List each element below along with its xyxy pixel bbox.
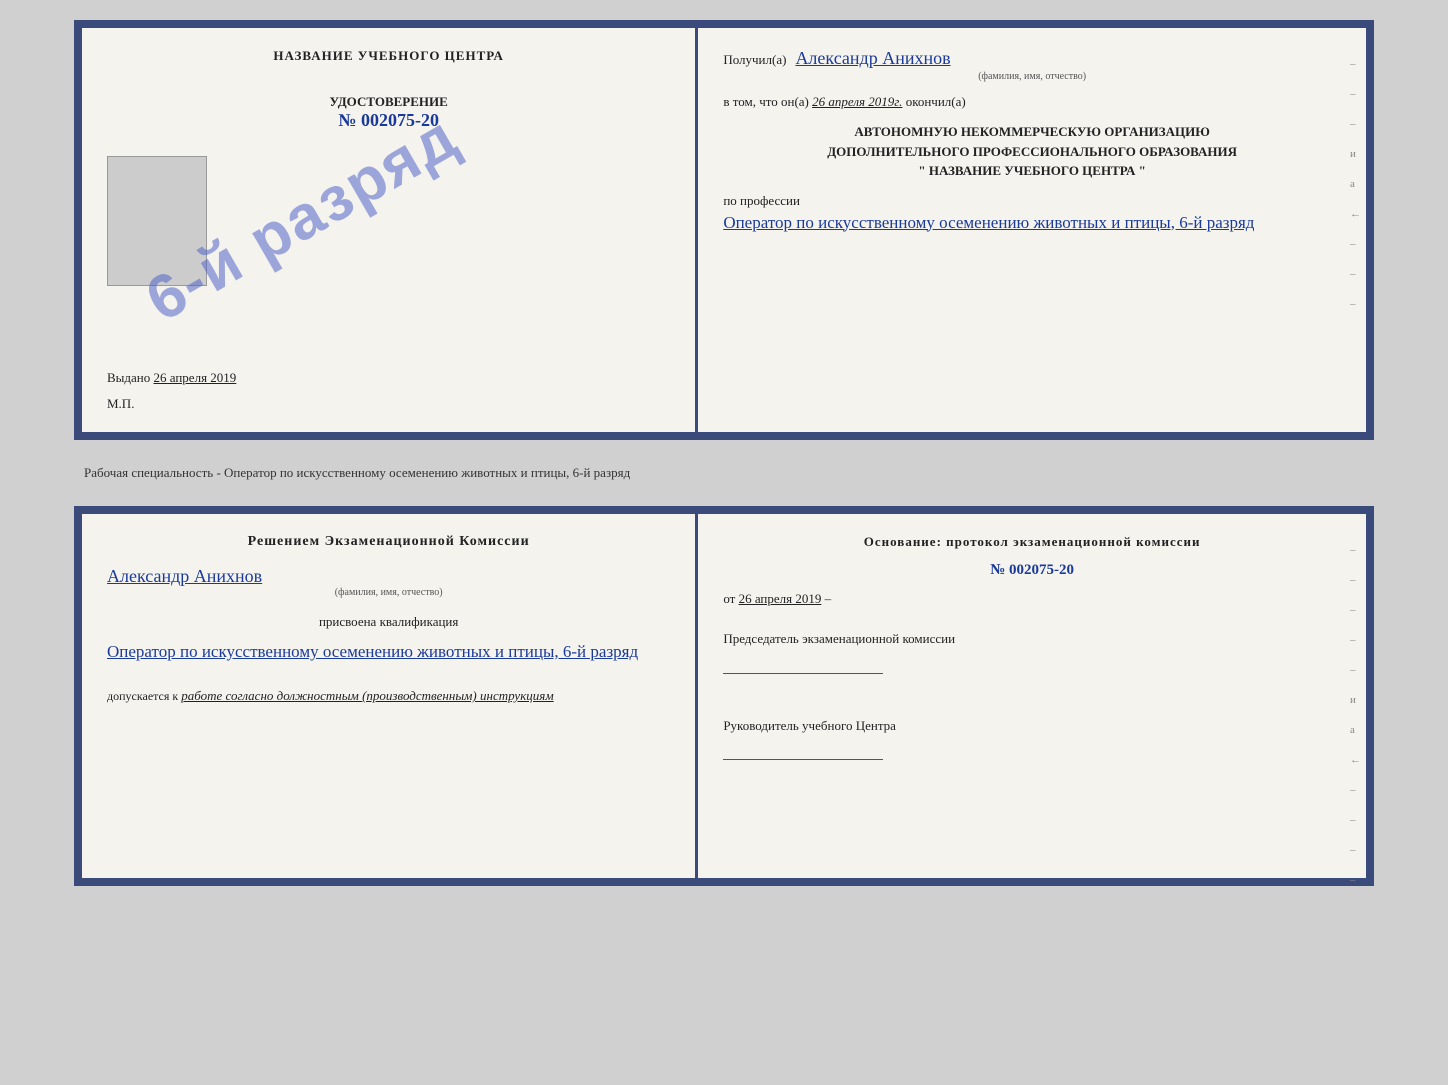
profession-label: по профессии: [723, 193, 1341, 209]
right-side-marks: – – – и а ← – – –: [1350, 58, 1361, 310]
basis-title: Основание: протокол экзаменационной коми…: [723, 534, 1341, 550]
top-diploma-card: НАЗВАНИЕ УЧЕБНОГО ЦЕНТРА УДОСТОВЕРЕНИЕ №…: [74, 20, 1374, 440]
dash-mark: –: [825, 591, 832, 606]
org-line3: " НАЗВАНИЕ УЧЕБНОГО ЦЕНТРА ": [723, 161, 1341, 181]
received-row: Получил(а) Александр Анихнов (фамилия, и…: [723, 48, 1341, 82]
diploma-center-title: НАЗВАНИЕ УЧЕБНОГО ЦЕНТРА: [107, 48, 670, 64]
bottom-person-row: Александр Анихнов (фамилия, имя, отчеств…: [107, 566, 670, 598]
bottom-right-panel: Основание: протокол экзаменационной коми…: [698, 514, 1366, 878]
chairman-label: Председатель экзаменационной комиссии: [723, 629, 1341, 649]
org-line1: АВТОНОМНУЮ НЕКОММЕРЧЕСКУЮ ОРГАНИЗАЦИЮ: [723, 122, 1341, 142]
bottom-person-subtitle: (фамилия, имя, отчество): [107, 587, 670, 598]
director-label: Руководитель учебного Центра: [723, 716, 1341, 736]
profession-value: Оператор по искусственному осеменению жи…: [723, 209, 1341, 236]
protocol-date-prefix: от: [723, 591, 735, 606]
admitted-value: работе согласно должностным (производств…: [181, 688, 553, 703]
protocol-date: от 26 апреля 2019 –: [723, 591, 1341, 607]
chairman-signature-line: [723, 654, 883, 674]
cert-number: № 002075-20: [107, 110, 670, 131]
cert-number-area: УДОСТОВЕРЕНИЕ № 002075-20: [107, 94, 670, 131]
bottom-cert-card: Решением экзаменационной комиссии Алекса…: [74, 506, 1374, 886]
issued-label: Выдано: [107, 370, 150, 385]
right-side-marks-bottom: – – – – – и а ← – – – –: [1350, 544, 1361, 886]
issued-date: 26 апреля 2019: [154, 370, 237, 385]
director-signature-line: [723, 740, 883, 760]
decision-title: Решением экзаменационной комиссии: [107, 534, 670, 550]
received-name: Александр Анихнов: [795, 48, 950, 68]
diploma-left-panel: НАЗВАНИЕ УЧЕБНОГО ЦЕНТРА УДОСТОВЕРЕНИЕ №…: [82, 28, 698, 432]
photo-row: [107, 141, 670, 286]
qualification-value: Оператор по искусственному осеменению жи…: [107, 638, 670, 665]
org-line2: ДОПОЛНИТЕЛЬНОГО ПРОФЕССИОНАЛЬНОГО ОБРАЗО…: [723, 142, 1341, 162]
diploma-right-panel: Получил(а) Александр Анихнов (фамилия, и…: [698, 28, 1366, 432]
admitted-prefix: допускается к: [107, 689, 178, 703]
protocol-number: № 002075-20: [723, 562, 1341, 579]
admitted-line: допускается к работе согласно должностны…: [107, 688, 670, 704]
date-prefix: в том, что он(а): [723, 94, 809, 109]
received-label: Получил(а): [723, 52, 786, 67]
profession-block: по профессии Оператор по искусственному …: [723, 193, 1341, 236]
date-suffix: окончил(а): [906, 94, 966, 109]
photo-placeholder: [107, 156, 207, 286]
mp-line: М.П.: [107, 396, 670, 412]
received-subtitle: (фамилия, имя, отчество): [723, 71, 1341, 82]
bottom-left-panel: Решением экзаменационной комиссии Алекса…: [82, 514, 698, 878]
date-value: 26 апреля 2019г.: [812, 94, 902, 109]
chairman-block: Председатель экзаменационной комиссии: [723, 629, 1341, 674]
subtitle-text: Рабочая специальность - Оператор по иску…: [74, 460, 1374, 486]
date-line: в том, что он(а) 26 апреля 2019г. окончи…: [723, 94, 1341, 110]
director-block: Руководитель учебного Центра: [723, 701, 1341, 761]
bottom-person-name: Александр Анихнов: [107, 566, 262, 586]
protocol-date-value: 26 апреля 2019: [739, 591, 822, 606]
cert-label: УДОСТОВЕРЕНИЕ: [107, 94, 670, 110]
qualification-label: присвоена квалификация: [107, 614, 670, 630]
issued-line: Выдано 26 апреля 2019: [107, 370, 670, 386]
org-block: АВТОНОМНУЮ НЕКОММЕРЧЕСКУЮ ОРГАНИЗАЦИЮ ДО…: [723, 122, 1341, 181]
